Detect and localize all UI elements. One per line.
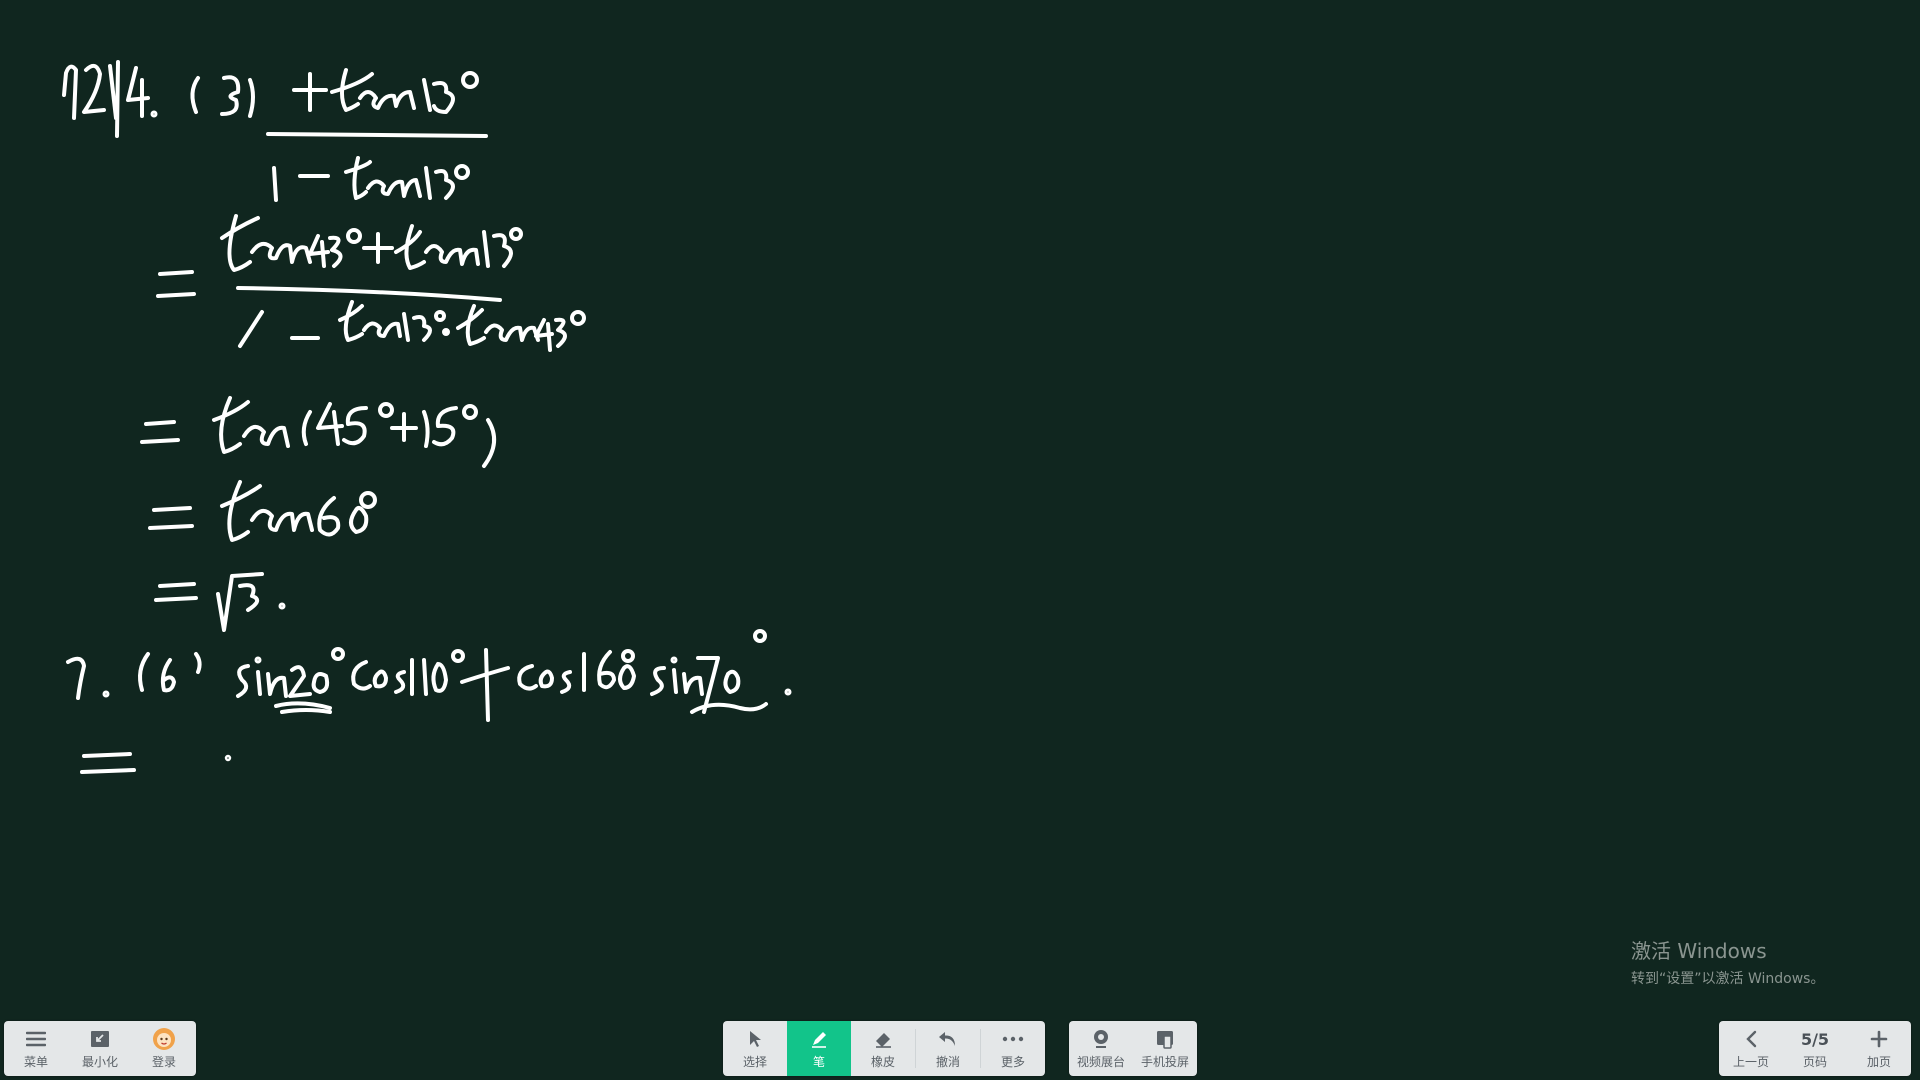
handwriting-canvas[interactable] (0, 0, 1920, 1080)
plus-icon (1870, 1027, 1888, 1051)
handwritten-problem-14-3 (62, 60, 488, 202)
pen-tool-button[interactable]: 笔 (787, 1021, 851, 1076)
menu-label: 菜单 (23, 1055, 48, 1069)
add-page-label: 加页 (1866, 1055, 1891, 1069)
undo-button[interactable]: 撤消 (916, 1021, 980, 1076)
handwritten-step-4 (148, 480, 377, 542)
select-tool-button[interactable]: 选择 (723, 1021, 787, 1076)
add-page-button[interactable]: 加页 (1847, 1021, 1911, 1076)
more-label: 更多 (1000, 1055, 1025, 1069)
media-toolbar: 视频展台 手机投屏 (1069, 1021, 1197, 1076)
login-button[interactable]: 登录 (132, 1021, 196, 1076)
page-number-label: 页码 (1802, 1055, 1827, 1069)
hamburger-icon (26, 1027, 46, 1051)
watermark-title: 激活 Windows (1631, 939, 1767, 963)
more-button[interactable]: 更多 (981, 1021, 1045, 1076)
chevron-left-icon (1744, 1027, 1758, 1051)
handwritten-step-7 (80, 752, 232, 774)
pen-label: 笔 (812, 1055, 825, 1069)
eraser-tool-button[interactable]: 橡皮 (851, 1021, 915, 1076)
more-dots-icon (1002, 1027, 1024, 1051)
phone-cast-icon (1155, 1027, 1175, 1051)
menu-button[interactable]: 菜单 (4, 1021, 68, 1076)
login-label: 登录 (151, 1055, 176, 1069)
previous-page-button[interactable]: 上一页 (1719, 1021, 1783, 1076)
phone-cast-button[interactable]: 手机投屏 (1133, 1021, 1197, 1076)
video-booth-button[interactable]: 视频展台 (1069, 1021, 1133, 1076)
undo-arrow-icon (937, 1027, 959, 1051)
undo-label: 撤消 (935, 1055, 960, 1069)
phone-cast-label: 手机投屏 (1140, 1055, 1189, 1069)
watermark-subtitle: 转到“设置”以激活 Windows。 (1631, 971, 1825, 987)
eraser-label: 橡皮 (870, 1055, 895, 1069)
handwritten-step-2 (156, 214, 586, 352)
page-navigation-bar: 上一页 5/5 页码 加页 (1719, 1021, 1911, 1076)
page-number-button[interactable]: 5/5 页码 (1783, 1021, 1847, 1076)
handwritten-step-3 (140, 396, 496, 468)
video-booth-label: 视频展台 (1076, 1055, 1125, 1069)
previous-page-label: 上一页 (1732, 1055, 1769, 1069)
minimize-label: 最小化 (81, 1055, 118, 1069)
pen-icon (809, 1027, 829, 1051)
handwritten-step-5 (154, 572, 286, 632)
eraser-icon (873, 1027, 893, 1051)
handwritten-problem-7-6 (66, 629, 792, 722)
avatar-icon (152, 1027, 176, 1051)
minimize-icon (90, 1027, 110, 1051)
drawing-toolbar: 选择 笔 橡皮 撤消 更多 (723, 1021, 1045, 1076)
page-indicator: 5/5 (1800, 1029, 1830, 1049)
minimize-button[interactable]: 最小化 (68, 1021, 132, 1076)
camera-icon (1091, 1027, 1111, 1051)
left-toolbar: 菜单 最小化 登录 (4, 1021, 196, 1076)
select-label: 选择 (742, 1055, 767, 1069)
windows-activation-watermark: 激活 Windows 转到“设置”以激活 Windows。 (1631, 935, 1824, 988)
cursor-arrow-icon (746, 1027, 764, 1051)
